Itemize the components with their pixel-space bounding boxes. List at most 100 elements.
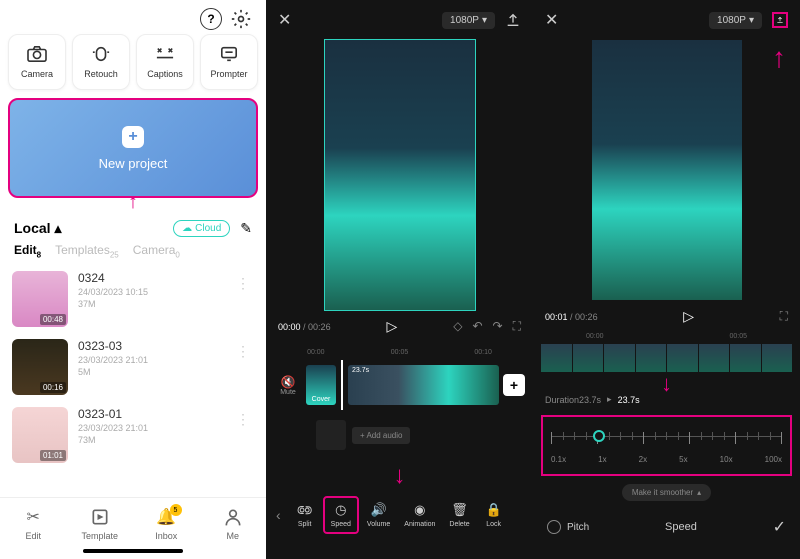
project-item[interactable]: 00:16 0323-0323/03/2023 21:015M ⋮ [12, 333, 254, 401]
audio-track: + Add audio [274, 414, 525, 456]
captions-tool[interactable]: Captions [136, 34, 194, 90]
volume-icon: 🔊 [371, 502, 387, 518]
retouch-icon [90, 45, 112, 63]
export-icon[interactable] [505, 12, 521, 28]
tool-row: Camera Retouch Captions Prompter [0, 34, 266, 90]
close-icon[interactable]: ✕ [278, 10, 291, 30]
speed-labels: 0.1x1x2x5x10x100x [551, 455, 782, 464]
speed-panel-screen: ✕ 1080P ▾ ↑ 00:01 / 00:26 ▷ ⛶ 00:0000:05… [533, 0, 800, 559]
editor-toolbar: ‹ ⟃⟄Split ◷Speed 🔊Volume ◉Animation 🗑Del… [266, 490, 533, 540]
back-button[interactable]: ‹ [270, 507, 287, 523]
speed-slider[interactable] [551, 427, 782, 447]
export-icon[interactable] [772, 12, 788, 28]
delete-tool[interactable]: 🗑Delete [443, 498, 475, 532]
project-name: 0324 [78, 271, 222, 285]
home-indicator [83, 549, 183, 553]
redo-icon[interactable]: ↷ [493, 319, 503, 334]
nav-inbox[interactable]: 🔔5Inbox [133, 506, 200, 541]
project-thumb: 01:01 [12, 407, 68, 463]
project-thumb: 00:16 [12, 339, 68, 395]
cloud-button[interactable]: ☁ Cloud [173, 220, 230, 237]
playhead[interactable] [341, 360, 343, 410]
project-list: 00:48 032424/03/2023 10:1537M ⋮ 00:16 03… [0, 265, 266, 497]
project-menu-icon[interactable]: ⋮ [232, 407, 254, 432]
nav-template[interactable]: Template [67, 506, 134, 541]
retouch-tool[interactable]: Retouch [72, 34, 130, 90]
camera-tool[interactable]: Camera [8, 34, 66, 90]
video-preview[interactable] [592, 40, 742, 300]
settings-icon[interactable] [230, 8, 252, 30]
tick: 00:05 [391, 349, 409, 356]
volume-tool[interactable]: 🔊Volume [361, 498, 396, 532]
nav-label: Template [81, 531, 118, 541]
play-button[interactable]: ▷ [683, 308, 694, 325]
annotation-arrow-down: ↓ [533, 378, 800, 390]
resolution-button[interactable]: 1080P ▾ [709, 12, 762, 29]
speed-footer: Pitch Speed ✓ [533, 509, 800, 545]
prompter-tool[interactable]: Prompter [200, 34, 258, 90]
animation-tool[interactable]: ◉Animation [398, 498, 441, 532]
confirm-button[interactable]: ✓ [773, 517, 786, 537]
new-project-button[interactable]: + New project ↑ [8, 98, 258, 198]
lock-tool[interactable]: 🔒Lock [478, 498, 510, 532]
video-clip[interactable]: 23.7s [348, 365, 499, 405]
project-menu-icon[interactable]: ⋮ [232, 339, 254, 364]
scissors-icon: ✂ [22, 506, 44, 528]
split-tool[interactable]: ⟃⟄Split [289, 498, 321, 532]
project-size: 37M [78, 299, 222, 309]
bottom-nav: ✂Edit Template 🔔5Inbox Me [0, 497, 266, 545]
video-preview[interactable] [325, 40, 475, 310]
keyframe-icon[interactable]: ◇ [453, 319, 462, 334]
smoother-button[interactable]: Make it smoother ▴ [622, 484, 711, 501]
tab-templates[interactable]: Templates25 [55, 243, 119, 259]
project-date: 23/03/2023 21:01 [78, 355, 222, 365]
top-icons: ? [0, 0, 266, 34]
edit-list-icon[interactable]: ✎ [240, 220, 252, 237]
add-clip-button[interactable]: + [503, 374, 525, 396]
mute-button[interactable]: 🔇Mute [274, 375, 302, 396]
speed-title: Speed [665, 521, 697, 533]
project-menu-icon[interactable]: ⋮ [232, 271, 254, 296]
project-duration: 01:01 [40, 450, 66, 461]
camera-icon [26, 45, 48, 63]
clip-duration: 23.7s [352, 367, 369, 374]
fullscreen-icon[interactable]: ⛶ [513, 319, 521, 334]
fullscreen-icon[interactable]: ⛶ [780, 309, 788, 324]
annotation-arrow-up: ↑ [128, 191, 138, 214]
cover-button[interactable]: Cover [306, 365, 336, 405]
play-button[interactable]: ▷ [387, 318, 398, 335]
delete-icon: 🗑 [451, 502, 468, 518]
tab-camera[interactable]: Camera0 [133, 243, 180, 259]
project-name: 0323-03 [78, 339, 222, 353]
project-date: 23/03/2023 21:01 [78, 423, 222, 433]
editor-header: ✕ 1080P ▾ [266, 0, 533, 40]
inbox-badge: 5 [170, 504, 182, 516]
nav-edit[interactable]: ✂Edit [0, 506, 67, 541]
close-icon[interactable]: ✕ [545, 10, 558, 30]
time-display: 00:01 / 00:26 [545, 312, 598, 322]
split-icon: ⟃⟄ [297, 502, 313, 518]
project-duration: 00:48 [40, 314, 66, 325]
home-panel: ? Camera Retouch Captions Prompter + New… [0, 0, 266, 559]
project-thumb: 00:48 [12, 271, 68, 327]
tab-edit[interactable]: Edit8 [14, 243, 41, 259]
project-item[interactable]: 00:48 032424/03/2023 10:1537M ⋮ [12, 265, 254, 333]
lock-icon: 🔒 [486, 502, 502, 518]
editor-header: ✕ 1080P ▾ [533, 0, 800, 40]
timeline-strip[interactable] [541, 344, 792, 372]
nav-label: Inbox [155, 531, 177, 541]
captions-label: Captions [147, 69, 183, 79]
nav-me[interactable]: Me [200, 506, 267, 541]
undo-icon[interactable]: ↶ [472, 319, 482, 334]
speed-tool[interactable]: ◷Speed [323, 496, 359, 534]
slider-thumb[interactable] [593, 430, 605, 442]
project-item[interactable]: 01:01 0323-0123/03/2023 21:0173M ⋮ [12, 401, 254, 469]
playback-bar: 00:01 / 00:26 ▷ ⛶ [533, 300, 800, 333]
help-icon[interactable]: ? [200, 8, 222, 30]
add-audio-button[interactable]: + Add audio [352, 427, 410, 444]
time-display: 00:00 / 00:26 [278, 322, 331, 332]
project-name: 0323-01 [78, 407, 222, 421]
pitch-toggle[interactable]: Pitch [547, 520, 589, 534]
local-label[interactable]: Local ▴ [14, 220, 62, 237]
resolution-button[interactable]: 1080P ▾ [442, 12, 495, 29]
